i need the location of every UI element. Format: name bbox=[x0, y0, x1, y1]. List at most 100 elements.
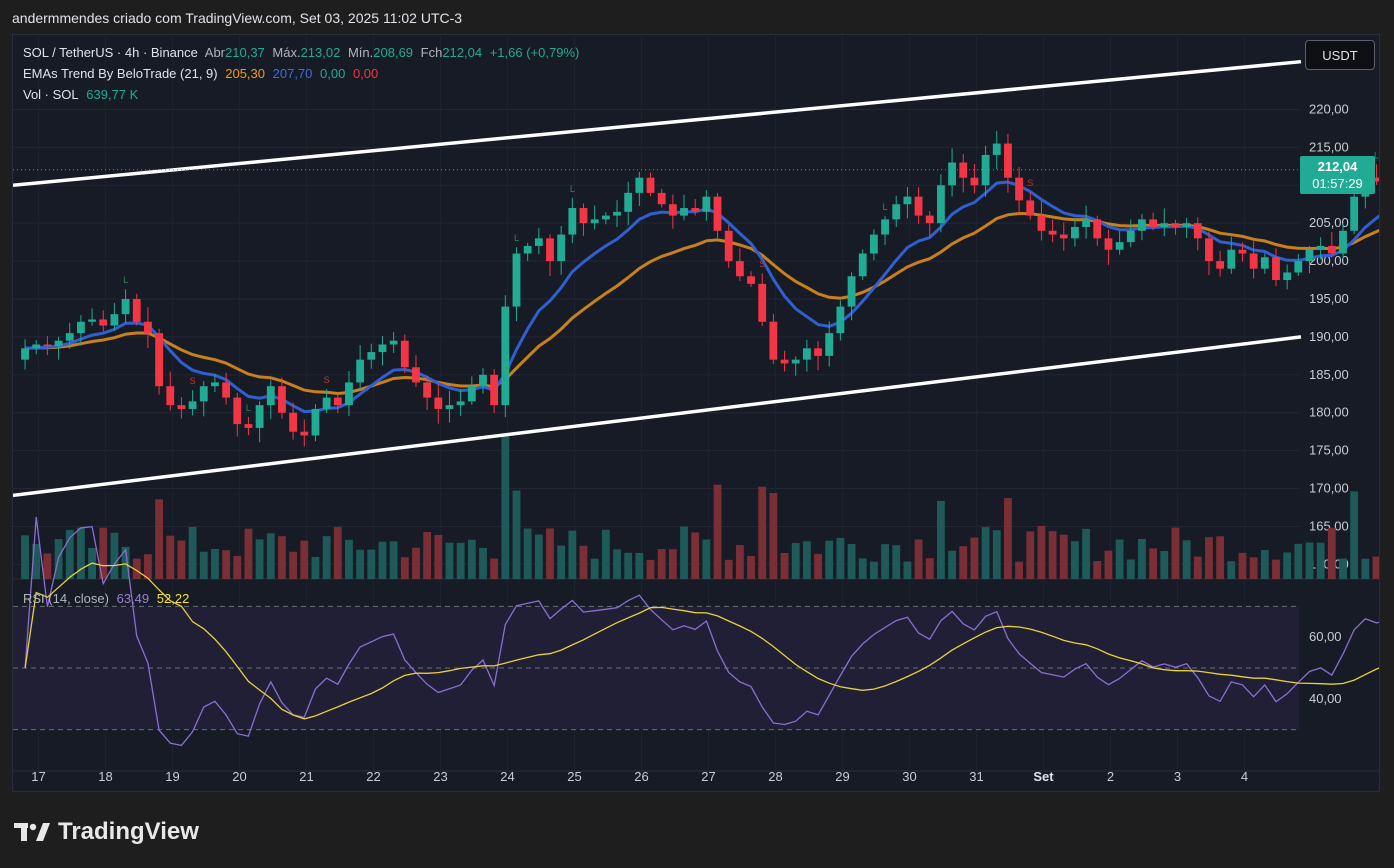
candle-body bbox=[769, 321, 778, 360]
volume-bar bbox=[1004, 498, 1012, 579]
candle-body bbox=[1037, 215, 1046, 231]
volume-bar bbox=[1361, 558, 1370, 579]
volume-bar bbox=[322, 536, 331, 579]
candle-body bbox=[735, 261, 744, 277]
volume-bar bbox=[378, 541, 387, 579]
candle-body bbox=[479, 374, 487, 387]
candle-body bbox=[1104, 238, 1113, 250]
current-price-label: 212,04 bbox=[1317, 159, 1358, 174]
legend-rsi-title: RSI (14, close) bbox=[23, 591, 109, 606]
ema-signal-label: S bbox=[759, 259, 765, 269]
candle-body bbox=[378, 344, 387, 353]
volume-bar bbox=[981, 527, 990, 579]
volume-bar bbox=[21, 535, 29, 579]
currency-button[interactable]: USDT bbox=[1305, 40, 1375, 70]
volume-bar bbox=[1082, 528, 1091, 579]
volume-bar bbox=[311, 556, 320, 579]
legend-open-value: 210,37 bbox=[225, 45, 265, 60]
legend-ema-v4: 0,00 bbox=[352, 66, 379, 81]
volume-bar bbox=[1160, 550, 1169, 579]
volume-bar bbox=[713, 484, 722, 579]
candle-body bbox=[1059, 234, 1068, 239]
volume-bar bbox=[1249, 557, 1258, 579]
volume-bar bbox=[1193, 556, 1202, 579]
candle-body bbox=[1171, 223, 1180, 227]
candle-body bbox=[1216, 261, 1225, 269]
ema9-line bbox=[24, 180, 1379, 414]
candle-body bbox=[501, 306, 510, 406]
legend-close-label: Fch bbox=[420, 45, 443, 60]
volume-bar bbox=[1115, 539, 1124, 579]
volume-bar bbox=[635, 552, 644, 579]
candle-body bbox=[32, 344, 41, 349]
volume-bar bbox=[1339, 558, 1347, 579]
candle-body bbox=[847, 276, 856, 307]
candle-body bbox=[1238, 249, 1247, 254]
ema-signal-label: L bbox=[570, 184, 575, 194]
candle-body bbox=[903, 196, 912, 205]
candle-body bbox=[780, 359, 789, 364]
candle-body bbox=[992, 143, 1001, 155]
ema21-line bbox=[25, 211, 1379, 396]
candle-body bbox=[1260, 257, 1269, 269]
legend-open-label: Abr bbox=[204, 45, 226, 60]
candle-body bbox=[646, 177, 655, 193]
candle-body bbox=[758, 283, 767, 322]
candle-body bbox=[523, 245, 532, 254]
legend-vol-value: 639,77 K bbox=[86, 87, 139, 102]
candle-body bbox=[724, 230, 733, 262]
volume-bar bbox=[1048, 531, 1057, 579]
legend-vol-title: Vol · SOL bbox=[23, 87, 79, 102]
time-tick-label: 4 bbox=[1241, 769, 1248, 784]
volume-bar bbox=[456, 542, 465, 579]
legend-low-value: 208,69 bbox=[373, 45, 414, 60]
candle-body bbox=[423, 382, 432, 398]
volume-bar bbox=[724, 559, 733, 579]
candle-body bbox=[322, 397, 331, 409]
candle-body bbox=[970, 177, 979, 186]
candle-body bbox=[1182, 223, 1191, 227]
candle-body bbox=[255, 405, 264, 428]
candle-body bbox=[624, 192, 633, 212]
volume-bar bbox=[255, 539, 264, 579]
legend-symbol[interactable]: SOL / TetherUS · 4h · Binance bbox=[23, 45, 198, 60]
volume-bar bbox=[1149, 548, 1158, 579]
volume-bar bbox=[501, 435, 510, 579]
legend-rsi[interactable]: RSI (14, close) 63,49 52,22 bbox=[23, 591, 193, 606]
volume-bar bbox=[769, 492, 778, 579]
candle-body bbox=[869, 234, 878, 254]
legend-high-label: Máx. bbox=[272, 45, 301, 60]
legend-close-value: 212,04 bbox=[442, 45, 483, 60]
candle-body bbox=[88, 319, 96, 322]
volume-bar bbox=[1071, 541, 1079, 579]
volume-bar bbox=[1350, 491, 1359, 579]
volume-bar bbox=[423, 531, 432, 579]
candle-body bbox=[177, 405, 186, 409]
candle-body bbox=[657, 192, 666, 205]
volume-bar bbox=[1260, 549, 1269, 579]
candle-body bbox=[199, 386, 208, 402]
volume-bar bbox=[356, 549, 365, 579]
price-chart-svg[interactable]: 220,00215,00210,00205,00200,00195,00190,… bbox=[13, 35, 1380, 792]
legend-volume[interactable]: Vol · SOL 639,77 K bbox=[23, 87, 142, 102]
candle-body bbox=[1227, 249, 1236, 269]
candle-body bbox=[356, 359, 365, 383]
price-tick-label: 170,00 bbox=[1309, 481, 1349, 496]
legend-ema[interactable]: EMAs Trend By BeloTrade (21, 9) 205,30 2… bbox=[23, 66, 382, 81]
ema-signal-label: S bbox=[1027, 178, 1033, 188]
volume-bar bbox=[802, 541, 811, 579]
volume-bar bbox=[579, 545, 588, 579]
volume-bar bbox=[702, 539, 711, 579]
ema-signal-label: L bbox=[123, 275, 128, 285]
time-tick-label: 27 bbox=[701, 769, 715, 784]
tradingview-logo[interactable]: TradingView bbox=[14, 818, 199, 846]
price-tick-label: 190,00 bbox=[1309, 329, 1349, 344]
legend-ohlc: SOL / TetherUS · 4h · Binance Abr210,37 … bbox=[23, 45, 583, 60]
candle-body bbox=[1015, 177, 1024, 201]
chart-frame[interactable]: 220,00215,00210,00205,00200,00195,00190,… bbox=[12, 34, 1380, 792]
volume-bar bbox=[211, 549, 219, 579]
candle-body bbox=[1160, 223, 1169, 227]
legend-low-label: Mín. bbox=[347, 45, 374, 60]
candle-body bbox=[546, 238, 554, 262]
volume-bar bbox=[1294, 543, 1303, 579]
